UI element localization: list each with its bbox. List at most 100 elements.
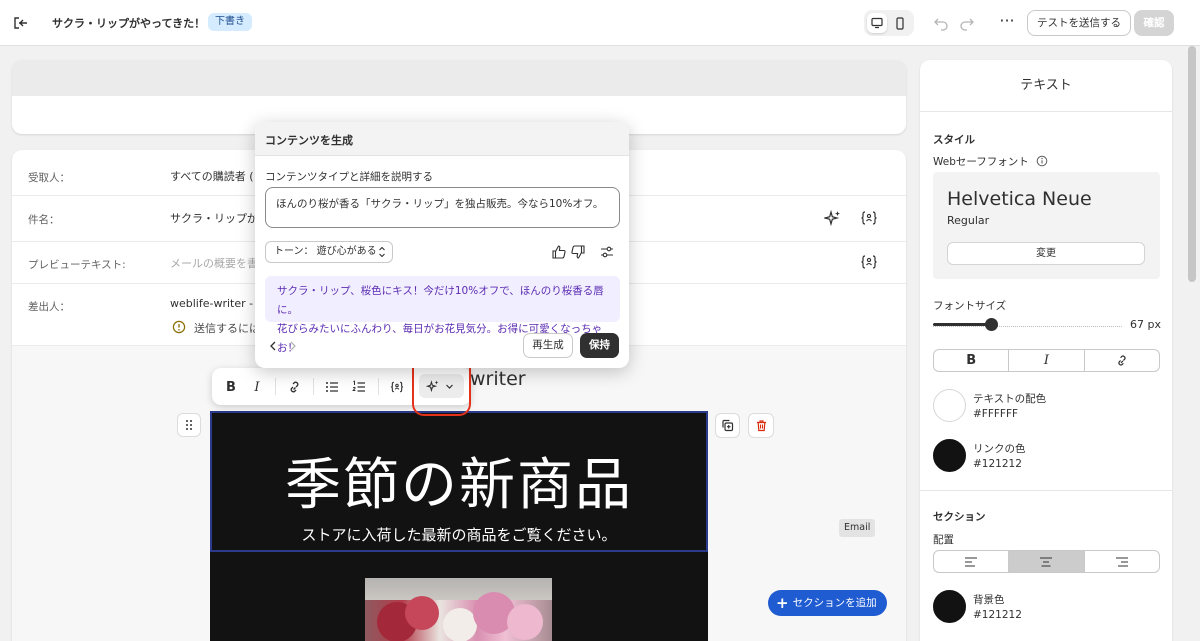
format-link-button[interactable] — [1083, 350, 1159, 371]
format-italic-button[interactable]: I — [1008, 350, 1083, 371]
variable-icon[interactable] — [860, 253, 878, 271]
desktop-view-button[interactable] — [867, 13, 887, 33]
more-actions-button[interactable]: ··· — [996, 12, 1018, 34]
toolbar-divider — [378, 378, 379, 395]
align-right-button[interactable] — [1083, 551, 1159, 572]
undo-icon[interactable] — [932, 14, 950, 32]
thumbs-up-icon[interactable] — [551, 244, 567, 260]
numbered-list-icon — [352, 380, 365, 392]
toolbar-divider — [275, 378, 276, 395]
duplicate-icon — [722, 419, 734, 432]
duplicate-button[interactable] — [715, 413, 740, 438]
product-image[interactable] — [365, 578, 552, 641]
font-size-value: 67 px — [1130, 318, 1161, 331]
flower-shape — [405, 596, 439, 630]
confirm-button[interactable]: 確認 — [1134, 10, 1174, 36]
background-color-swatch[interactable] — [933, 590, 966, 623]
text-color-label: テキストの配色 — [973, 393, 1047, 405]
websafe-font-label: Webセーフフォント — [933, 154, 1048, 169]
link-color-label: リンクの色 — [973, 443, 1026, 455]
mobile-icon — [896, 16, 904, 30]
settings-sliders-icon[interactable] — [599, 244, 615, 260]
link-color-swatch[interactable] — [933, 439, 966, 472]
font-weight: Regular — [947, 214, 990, 227]
recipient-label: 受取人： — [28, 172, 70, 184]
change-font-button[interactable]: 変更 — [947, 242, 1145, 265]
text-fragment[interactable]: writer — [470, 368, 526, 390]
align-right-icon — [1115, 556, 1128, 567]
font-size-label: フォントサイズ — [933, 300, 1007, 312]
view-toggle — [864, 10, 914, 36]
status-badge: 下書き — [208, 13, 252, 31]
numbered-list-button[interactable] — [349, 377, 369, 397]
link-icon — [290, 381, 299, 393]
flower-shape — [443, 608, 477, 641]
page-title: サクラ・リップがやってきた！ — [52, 17, 206, 30]
sender-warning-text: 送信するには — [194, 322, 260, 335]
regenerate-button[interactable]: 再生成 — [523, 333, 573, 358]
generated-result[interactable]: サクラ・リップ、桜色にキス！今だけ10%オフで、ほんのり桜香る唇に。 花びらみた… — [265, 276, 620, 354]
delete-button[interactable] — [748, 413, 774, 438]
popover-title: コンテンツを生成 — [255, 122, 629, 156]
thumbs-down-icon[interactable] — [570, 244, 586, 260]
exit-icon[interactable] — [10, 12, 32, 34]
generated-result-line: サクラ・リップ、桜色にキス！今だけ10%オフで、ほんのり桜香る唇に。 — [277, 285, 604, 316]
tone-select[interactable]: トーン： 遊び心がある — [265, 241, 393, 263]
mobile-view-button[interactable] — [890, 13, 910, 33]
font-preview-box: Helvetica Neue Regular 変更 — [933, 172, 1160, 279]
info-icon[interactable] — [1036, 155, 1048, 167]
top-bar: サクラ・リップがやってきた！ 下書き ··· テストを送信する 確認 — [0, 0, 1200, 46]
next-result-button[interactable] — [288, 340, 298, 356]
variable-button[interactable] — [387, 377, 407, 397]
align-left-icon — [965, 556, 978, 567]
text-color-hex[interactable]: #FFFFFF — [973, 408, 1018, 420]
preview-text-label: プレビューテキスト: — [28, 259, 126, 271]
plus-icon: + — [776, 593, 789, 612]
align-left-button[interactable] — [934, 551, 1008, 572]
preview-band — [12, 60, 906, 96]
bold-button[interactable]: B — [221, 377, 241, 397]
send-test-button[interactable]: テストを送信する — [1027, 10, 1131, 36]
settings-panel: テキスト スタイル Webセーフフォント Helvetica Neue Regu… — [920, 60, 1172, 641]
subject-label: 件名： — [28, 214, 60, 226]
sender-label: 差出人： — [28, 301, 70, 313]
drag-icon — [186, 420, 192, 430]
keep-button[interactable]: 保持 — [580, 333, 619, 358]
warning-icon — [172, 320, 186, 334]
italic-button[interactable]: I — [247, 377, 267, 397]
websafe-font-label-text: Webセーフフォント — [933, 156, 1029, 168]
add-section-label: セクションを追加 — [792, 597, 877, 609]
select-arrows-icon — [378, 242, 386, 270]
variable-icon — [390, 381, 404, 393]
hero-title[interactable]: 季節の新商品 — [210, 440, 708, 521]
format-bold-button[interactable]: B — [934, 350, 1008, 371]
text-color-swatch[interactable] — [933, 389, 966, 422]
alignment-segmented — [933, 550, 1160, 573]
preview-text-input[interactable]: メールの概要を書 — [170, 255, 258, 271]
style-heading: スタイル — [933, 134, 975, 146]
background-color-hex[interactable]: #121212 — [973, 609, 1022, 621]
background-color-label: 背景色 — [973, 594, 1005, 606]
link-color-hex[interactable]: #121212 — [973, 458, 1022, 470]
subject-input[interactable]: サクラ・リップが — [170, 210, 258, 226]
link-button[interactable] — [284, 377, 304, 397]
tone-select-value: トーン： 遊び心がある — [274, 246, 377, 257]
sparkle-icon[interactable] — [822, 209, 842, 227]
font-size-slider-handle[interactable] — [985, 318, 998, 331]
section-heading: セクション — [933, 511, 986, 523]
sender-value[interactable]: weblife-writer - — [170, 297, 253, 310]
prompt-label: コンテンツタイプと詳細を説明する — [265, 171, 433, 183]
redo-icon[interactable] — [958, 14, 976, 32]
bullet-list-button[interactable] — [322, 377, 342, 397]
font-size-slider-fill — [933, 323, 991, 326]
hero-subtitle[interactable]: ストアに入荷した最新の商品をご覧ください。 — [210, 524, 708, 545]
variable-icon[interactable] — [860, 209, 878, 227]
scrollbar[interactable] — [1188, 46, 1196, 282]
prompt-textarea[interactable]: ほんのり桜が香る「サクラ・リップ」を独占販売。今なら10%オフ。 — [265, 187, 620, 228]
drag-handle[interactable] — [177, 413, 201, 437]
align-center-icon — [1040, 556, 1053, 567]
align-center-button[interactable] — [1008, 551, 1084, 572]
recipient-value[interactable]: すべての購読者 ( — [170, 168, 254, 184]
add-section-button[interactable]: + セクションを追加 — [768, 590, 887, 616]
previous-result-button[interactable] — [268, 340, 278, 356]
